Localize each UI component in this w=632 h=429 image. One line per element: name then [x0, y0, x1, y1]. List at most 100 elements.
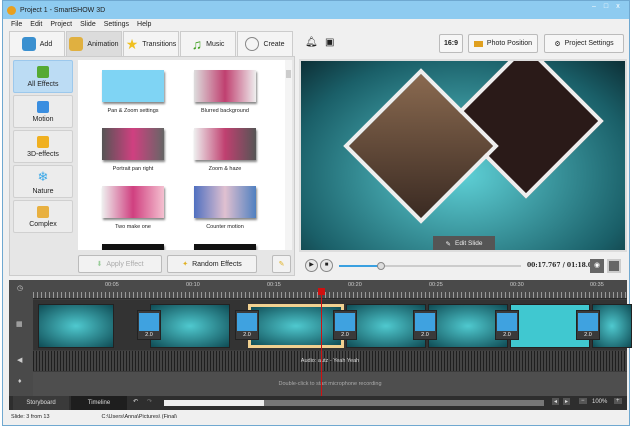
category-3d-effects[interactable]: 3D-effects: [13, 130, 73, 163]
category-label: Complex: [29, 220, 57, 228]
tab-label: Transitions: [142, 40, 177, 48]
effect-item[interactable]: Counter motion: [180, 186, 270, 230]
transition-item[interactable]: 2.0: [333, 310, 357, 340]
project-settings-button[interactable]: ⚙ Project Settings: [544, 34, 624, 53]
main-tabs: Add Animation ★ Transitions ♫ Music Create: [9, 31, 293, 56]
menu-project[interactable]: Project: [50, 21, 72, 28]
effect-thumbnail: [102, 128, 164, 160]
pencil-icon: ✎: [445, 240, 451, 248]
photo-position-button[interactable]: Photo Position: [468, 34, 538, 53]
tab-add[interactable]: Add: [9, 31, 65, 56]
undo-icon[interactable]: ↶: [133, 398, 138, 405]
bell-icon[interactable]: 🔔︎: [305, 37, 318, 48]
menu-edit[interactable]: Edit: [30, 21, 42, 28]
aspect-ratio-button[interactable]: 16:9: [439, 34, 463, 53]
button-label: Photo Position: [486, 40, 533, 47]
effect-item[interactable]: [88, 244, 178, 250]
menu-settings[interactable]: Settings: [104, 21, 129, 28]
menu-file[interactable]: File: [11, 21, 22, 28]
category-complex[interactable]: Complex: [13, 200, 73, 233]
maximize-button[interactable]: □: [601, 3, 611, 11]
zoom-level: 100%: [592, 399, 608, 405]
tab-storyboard[interactable]: Storyboard: [13, 396, 69, 410]
transition-item[interactable]: 2.0: [235, 310, 259, 340]
effect-item[interactable]: Two make one: [88, 186, 178, 230]
effect-label: Zoom & haze: [208, 166, 242, 172]
apply-effect-button[interactable]: ⬇ Apply Effect: [78, 255, 162, 273]
timeline-scrollbar[interactable]: [164, 400, 544, 406]
track-headers: ◷ ▦ ◀ ♦: [9, 280, 33, 396]
ruler-label: 00:10: [186, 282, 200, 288]
slide-clip[interactable]: [150, 304, 230, 348]
effects-scrollbar[interactable]: [285, 60, 292, 250]
effect-item[interactable]: Pan & Zoom settings: [88, 70, 178, 114]
clear-effects-button[interactable]: ✎: [272, 255, 291, 273]
effects-grid: Pan & Zoom settings Blurred background P…: [78, 60, 292, 250]
menu-slide[interactable]: Slide: [80, 21, 96, 28]
playhead[interactable]: [318, 288, 325, 396]
effect-item[interactable]: Portrait pan right: [88, 128, 178, 172]
transition-item[interactable]: 2.0: [576, 310, 600, 340]
random-effects-button[interactable]: ✦ Random Effects: [167, 255, 257, 273]
broom-icon: ✎: [278, 261, 285, 268]
effect-item[interactable]: Blurred background: [180, 70, 270, 114]
scroll-left-button[interactable]: ◂: [552, 398, 560, 405]
play-button[interactable]: ▶: [305, 259, 318, 272]
snowflake-icon: ❄: [37, 168, 49, 184]
slide-clip-selected[interactable]: [248, 304, 344, 348]
arrow-down-icon: ⬇: [96, 261, 103, 268]
transition-duration: 2.0: [341, 332, 349, 338]
transition-item[interactable]: 2.0: [137, 310, 161, 340]
effect-item[interactable]: [180, 244, 270, 250]
transition-duration: 2.0: [503, 332, 511, 338]
category-all-effects[interactable]: All Effects: [13, 60, 73, 93]
effect-item[interactable]: Zoom & haze: [180, 128, 270, 172]
stop-button[interactable]: ■: [320, 259, 333, 272]
fullscreen-button[interactable]: [607, 259, 621, 273]
tab-label: Add: [39, 40, 53, 48]
microphone-hint: Double-click to start microphone recordi…: [278, 381, 382, 387]
zoom-out-button[interactable]: −: [579, 398, 587, 404]
playback-controls: ▶ ■ 00:17.767 / 01:18.000 ◉: [299, 256, 627, 276]
music-note-icon: ♫: [191, 36, 203, 52]
effect-label: Blurred background: [200, 108, 249, 114]
time-ruler[interactable]: 00:05 00:10 00:15 00:20 00:25 00:30 00:3…: [33, 280, 627, 299]
category-motion[interactable]: Motion: [13, 95, 73, 128]
minimize-button[interactable]: –: [589, 3, 599, 11]
transition-duration: 2.0: [243, 332, 251, 338]
audio-track[interactable]: Audio: autz - Yeah Yeah: [33, 351, 627, 371]
camera-icon: ◉: [593, 262, 601, 269]
menu-help[interactable]: Help: [137, 21, 151, 28]
ruler-label: 00:35: [590, 282, 604, 288]
ruler-label: 00:25: [429, 282, 443, 288]
audio-label: Audio: autz - Yeah Yeah: [300, 358, 360, 364]
effect-thumbnail: [194, 128, 256, 160]
tab-music[interactable]: ♫ Music: [180, 31, 236, 56]
transition-item[interactable]: 2.0: [413, 310, 437, 340]
effect-thumbnail: [194, 70, 256, 102]
microphone-track[interactable]: Double-click to start microphone recordi…: [33, 372, 627, 396]
edit-slide-button[interactable]: ✎ Edit Slide: [433, 236, 495, 250]
close-button[interactable]: x: [613, 3, 623, 11]
scroll-right-button[interactable]: ▸: [563, 398, 571, 405]
category-nature[interactable]: ❄ Nature: [13, 165, 73, 198]
project-path: C:\Users\Anna\Pictures\ (Final\: [101, 414, 178, 420]
tab-animation[interactable]: Animation: [66, 31, 122, 56]
tab-create[interactable]: Create: [237, 31, 293, 56]
playback-slider[interactable]: [339, 262, 521, 270]
effect-label: Two make one: [115, 224, 151, 230]
tab-timeline[interactable]: Timeline: [71, 396, 127, 410]
slide-clip[interactable]: [38, 304, 114, 348]
timeline: ◷ ▦ ◀ ♦ 00:05 00:10 00:15 00:20 00:25 00…: [9, 280, 632, 410]
slide-preview[interactable]: ✎ Edit Slide: [299, 59, 627, 252]
snapshot-button[interactable]: ◉: [590, 259, 604, 273]
transition-item[interactable]: 2.0: [495, 310, 519, 340]
tab-transitions[interactable]: ★ Transitions: [123, 31, 179, 56]
redo-icon[interactable]: ↷: [147, 398, 152, 405]
button-label: Apply Effect: [106, 260, 144, 268]
photo-icon[interactable]: ▣: [325, 37, 334, 48]
app-window: Project 1 - SmartSHOW 3D – □ x File Edit…: [2, 0, 632, 426]
photo-position-icon: [473, 40, 483, 47]
zoom-in-button[interactable]: +: [614, 398, 622, 404]
timeline-bottom-bar: Storyboard Timeline ↶ ↷ ◂ ▸ − 100% +: [9, 396, 627, 410]
